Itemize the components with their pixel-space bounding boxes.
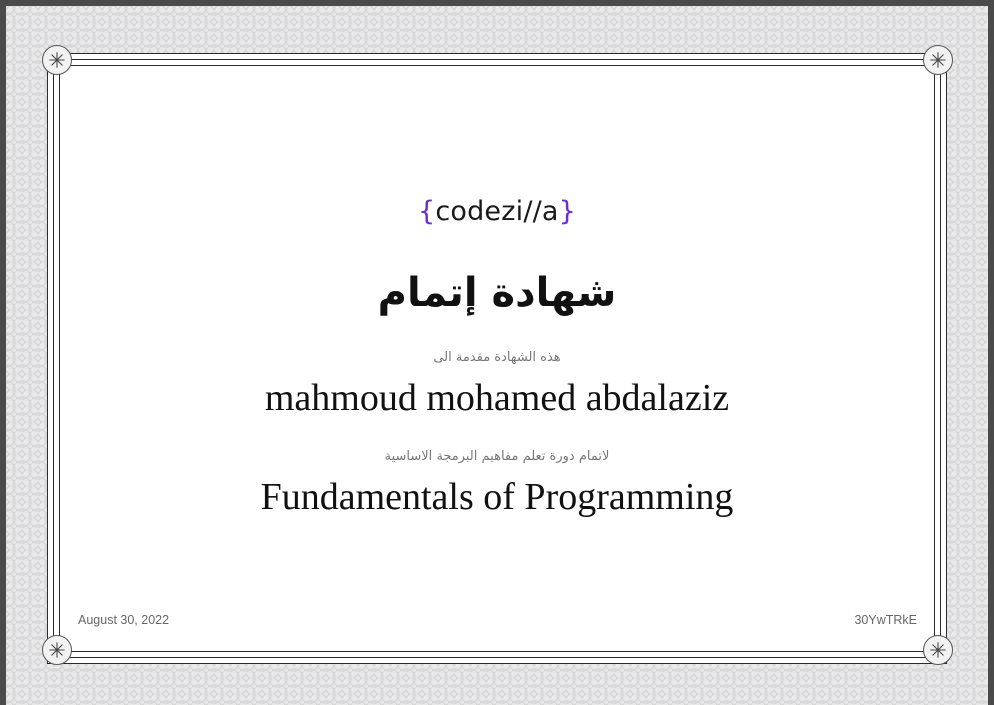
logo-text: codezi//a (435, 196, 559, 227)
course-name: Fundamentals of Programming (260, 476, 734, 518)
brand-logo: {codezi//a} (0, 196, 994, 227)
recipient-name: mahmoud mohamed abdalaziz (264, 377, 730, 419)
certificate-content: {codezi//a} شهادة إتمام هذه الشهادة مقدم… (0, 0, 994, 705)
issue-date: August 30, 2022 (78, 613, 170, 627)
certificate-id: 30YwTRkE (854, 613, 917, 627)
logo-open-brace: { (417, 196, 436, 227)
completion-label: لاتمام دورة تعلم مفاهيم البرمجة الاساسية (384, 449, 610, 464)
logo-close-brace: } (558, 196, 577, 227)
presented-to-label: هذه الشهادة مقدمة الى (433, 350, 561, 365)
certificate-title: شهادة إتمام (377, 270, 617, 316)
